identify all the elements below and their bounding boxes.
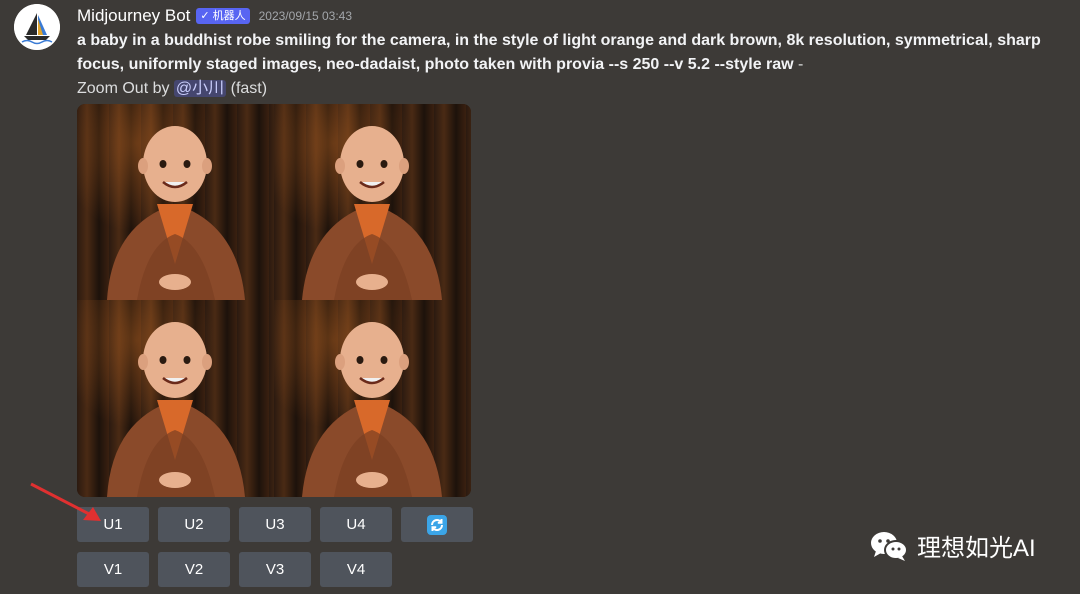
wechat-icon bbox=[871, 531, 908, 561]
variation-button-row: V1 V2 V3 V4 bbox=[77, 552, 392, 587]
baby-monk-illustration bbox=[302, 322, 442, 497]
sailboat-logo-icon bbox=[14, 4, 60, 50]
meta-prefix: Zoom Out by bbox=[77, 80, 174, 97]
variation-button-v4[interactable]: V4 bbox=[320, 552, 392, 587]
verified-check-icon: ✓ bbox=[200, 9, 210, 22]
prompt-text: a baby in a buddhist robe smiling for th… bbox=[77, 29, 1067, 77]
image-grid[interactable] bbox=[77, 104, 471, 497]
message-header: Midjourney Bot ✓ 机器人 2023/09/15 03:43 bbox=[77, 5, 352, 27]
red-arrow-annotation bbox=[30, 482, 101, 521]
bot-badge: ✓ 机器人 bbox=[196, 8, 250, 24]
prompt-suffix: - bbox=[793, 56, 804, 73]
baby-monk-illustration bbox=[107, 126, 245, 300]
upscale-button-u4[interactable]: U4 bbox=[320, 507, 392, 542]
baby-monk-illustration bbox=[107, 322, 245, 497]
variation-button-v1[interactable]: V1 bbox=[77, 552, 149, 587]
author-name[interactable]: Midjourney Bot bbox=[77, 6, 190, 26]
reroll-button[interactable] bbox=[401, 507, 473, 542]
refresh-icon bbox=[427, 514, 447, 535]
user-mention[interactable]: @小川 bbox=[173, 80, 227, 97]
grid-image-1[interactable] bbox=[77, 104, 274, 300]
message-meta: Zoom Out by @小川 (fast) bbox=[77, 77, 267, 101]
prompt-body: a baby in a buddhist robe smiling for th… bbox=[77, 32, 1041, 73]
variation-button-v2[interactable]: V2 bbox=[158, 552, 230, 587]
grid-image-4[interactable] bbox=[274, 300, 471, 497]
upscale-button-u2[interactable]: U2 bbox=[158, 507, 230, 542]
baby-monk-illustration bbox=[302, 126, 442, 300]
message-timestamp: 2023/09/15 03:43 bbox=[258, 9, 353, 23]
watermark: 理想如光AI bbox=[869, 528, 1036, 563]
upscale-button-row: U1 U2 U3 U4 bbox=[77, 507, 473, 542]
upscale-button-u3[interactable]: U3 bbox=[239, 507, 311, 542]
variation-button-v3[interactable]: V3 bbox=[239, 552, 311, 587]
bot-badge-label: 机器人 bbox=[212, 9, 246, 22]
watermark-text: 理想如光AI bbox=[917, 535, 1036, 562]
meta-suffix: (fast) bbox=[226, 80, 268, 97]
bot-avatar[interactable] bbox=[14, 4, 60, 50]
grid-image-2[interactable] bbox=[274, 104, 471, 300]
grid-image-3[interactable] bbox=[77, 300, 274, 497]
